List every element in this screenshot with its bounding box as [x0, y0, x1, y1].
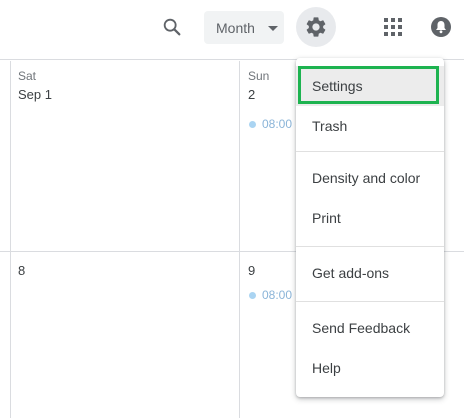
event-dot — [249, 291, 256, 299]
event-dot — [249, 120, 256, 128]
menu-item-send-feedback[interactable]: Send Feedback — [296, 308, 444, 348]
menu-item-label: Print — [312, 210, 341, 226]
menu-item-label: Send Feedback — [312, 320, 411, 336]
menu-item-settings[interactable]: Settings — [296, 66, 444, 106]
event-chip[interactable]: 08:00 — [249, 288, 292, 302]
menu-divider — [296, 246, 444, 247]
menu-divider — [296, 301, 444, 302]
menu-item-get-add-ons[interactable]: Get add-ons — [296, 253, 444, 293]
date-label[interactable]: 2 — [248, 87, 269, 102]
date-label[interactable]: Sep 1 — [18, 87, 52, 102]
event-chip[interactable]: 08:00 — [249, 117, 292, 131]
apps-grid-icon — [384, 18, 402, 36]
settings-menu: Settings Trash Density and color Print G… — [296, 58, 444, 397]
grid-divider — [10, 61, 11, 418]
menu-item-label: Get add-ons — [312, 265, 390, 281]
day-name-label: Sun — [248, 69, 270, 83]
top-bar: Month — [0, 0, 464, 60]
menu-item-label: Trash — [312, 118, 348, 134]
menu-item-label: Settings — [312, 78, 363, 94]
menu-item-density-and-color[interactable]: Density and color — [296, 158, 444, 198]
event-time: 08:00 — [262, 288, 293, 302]
menu-divider — [296, 151, 444, 152]
date-label[interactable]: 9 — [248, 263, 255, 278]
day-cell-sun-9[interactable]: 9 — [248, 259, 255, 278]
view-selector-label: Month — [216, 19, 255, 36]
menu-item-help[interactable]: Help — [296, 348, 444, 388]
grid-divider — [239, 61, 240, 418]
settings-button[interactable] — [296, 7, 336, 47]
search-button[interactable] — [155, 10, 189, 44]
chevron-down-icon — [268, 26, 278, 31]
day-cell-sun-2[interactable]: Sun 2 — [248, 69, 269, 102]
search-icon — [163, 18, 181, 36]
view-selector[interactable]: Month — [204, 11, 284, 44]
account-button[interactable] — [426, 12, 456, 42]
event-time: 08:00 — [262, 117, 293, 131]
gear-icon — [306, 17, 326, 37]
menu-item-trash[interactable]: Trash — [296, 106, 444, 146]
menu-item-label: Help — [312, 360, 341, 376]
day-name-label: Sat — [18, 69, 37, 83]
day-cell-sat-8[interactable]: 8 — [18, 259, 25, 278]
date-label[interactable]: 8 — [18, 263, 25, 278]
menu-item-label: Density and color — [312, 170, 421, 186]
account-icon — [431, 17, 451, 37]
day-cell-sat-sep-1[interactable]: Sat Sep 1 — [18, 69, 52, 102]
apps-button[interactable] — [378, 12, 408, 42]
menu-item-print[interactable]: Print — [296, 198, 444, 238]
